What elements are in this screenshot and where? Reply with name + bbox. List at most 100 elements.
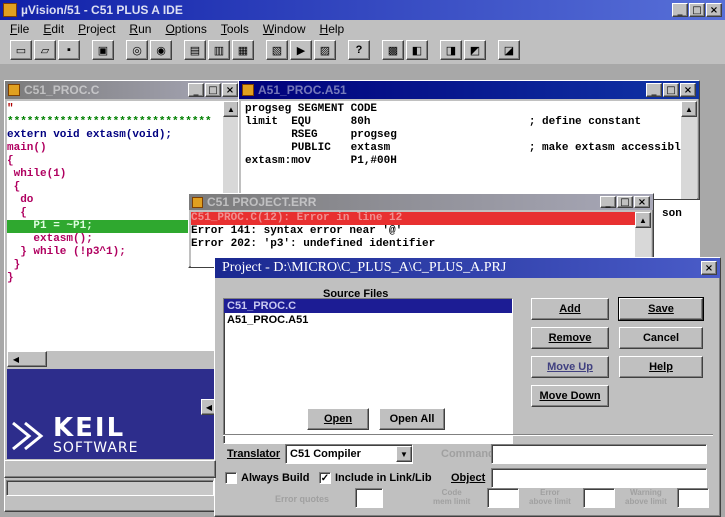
scroll-up-icon[interactable]: ▲ xyxy=(223,101,239,117)
translator-label: Translator xyxy=(227,448,281,460)
doc-icon xyxy=(192,196,203,208)
move-down-button[interactable]: Move Down xyxy=(531,385,609,407)
code-line: extasm:mov P1,#00H xyxy=(245,155,397,167)
code-line: ******************************* xyxy=(7,116,212,128)
c-editor-close-button[interactable]: × xyxy=(222,83,238,97)
error-limit-field[interactable] xyxy=(583,488,615,508)
asm-editor-close-button[interactable]: × xyxy=(680,83,696,97)
chevron-down-icon[interactable]: ▼ xyxy=(396,446,412,462)
doc-icon xyxy=(8,84,20,96)
menu-help[interactable]: Help xyxy=(320,22,345,36)
new-file-icon[interactable]: ▭ xyxy=(10,40,32,60)
include-link-checkbox[interactable]: ✓ Include in Link/Lib xyxy=(319,472,432,485)
run-icon[interactable]: ▶ xyxy=(290,40,312,60)
save-file-icon[interactable]: ▪ xyxy=(58,40,80,60)
error-line[interactable]: Error 202: 'p3': undefined identifier xyxy=(191,238,635,251)
menu-edit[interactable]: Edit xyxy=(43,22,64,36)
always-build-check-icon[interactable] xyxy=(225,472,237,485)
find-next-icon[interactable]: ◉ xyxy=(150,40,172,60)
settings-icon[interactable]: ◪ xyxy=(498,40,520,60)
help-icon[interactable]: ? xyxy=(348,40,370,60)
cascade-icon[interactable]: ◩ xyxy=(464,40,486,60)
scroll-up-icon[interactable]: ▲ xyxy=(635,212,651,228)
translator-select[interactable]: C51 Compiler ▼ xyxy=(285,444,413,464)
code-line: progseg SEGMENT CODE xyxy=(245,103,378,115)
translator-value: C51 Compiler xyxy=(290,448,361,460)
menu-file[interactable]: File xyxy=(10,22,29,36)
project-dialog-close-button[interactable]: × xyxy=(701,261,717,275)
app-maximize-button[interactable]: □ xyxy=(689,3,705,17)
open-all-button[interactable]: Open All xyxy=(379,408,445,430)
asm-editor-vertical-scrollbar[interactable]: ▲ xyxy=(681,101,697,199)
menu-run[interactable]: Run xyxy=(129,22,151,36)
app-title: µVision/51 - C51 PLUS A IDE xyxy=(21,3,183,17)
cancel-button[interactable]: Cancel xyxy=(619,327,703,349)
print-icon[interactable]: ▣ xyxy=(92,40,114,60)
window-icon[interactable]: ◧ xyxy=(406,40,428,60)
object-field[interactable] xyxy=(491,468,707,488)
open-button[interactable]: Open xyxy=(307,408,369,430)
menu-window[interactable]: Window xyxy=(263,22,306,36)
c-editor-title: C51_PROC.C xyxy=(24,83,100,97)
error-minimize-button[interactable]: _ xyxy=(600,196,616,208)
error-quotes-field[interactable] xyxy=(355,488,383,508)
tile-icon[interactable]: ◨ xyxy=(440,40,462,60)
error-maximize-button[interactable]: □ xyxy=(617,196,633,208)
app-minimize-button[interactable]: _ xyxy=(672,3,688,17)
asm-editor-maximize-button[interactable]: □ xyxy=(663,83,679,97)
add-button[interactable]: Add xyxy=(531,298,609,320)
remove-button[interactable]: Remove xyxy=(531,327,609,349)
code-line: PUBLIC extasm ; make extasm accessible xyxy=(245,142,681,154)
find-icon[interactable]: ◎ xyxy=(126,40,148,60)
code-line: { xyxy=(7,155,14,167)
project-icon[interactable]: ▩ xyxy=(382,40,404,60)
code-mem-limit-label: Code mem limit xyxy=(433,488,471,506)
asm-editor-minimize-button[interactable]: _ xyxy=(646,83,662,97)
c-editor-horizontal-scrollbar[interactable]: ◀ xyxy=(7,351,47,367)
asm-editor-text-area[interactable]: progseg SEGMENT CODE limit EQU 80h ; def… xyxy=(241,101,681,199)
project-dialog: Project - D:\MICRO\C_PLUS_A\C_PLUS_A.PRJ… xyxy=(214,257,721,517)
scroll-up-icon[interactable]: ▲ xyxy=(681,101,697,117)
dialog-divider xyxy=(223,434,713,436)
c-editor-maximize-button[interactable]: □ xyxy=(205,83,221,97)
source-file-item-selected[interactable]: C51_PROC.C xyxy=(224,299,512,313)
include-link-label: Include in Link/Lib xyxy=(335,472,432,484)
app-title-bar: µVision/51 - C51 PLUS A IDE _ □ × xyxy=(0,0,725,20)
code-mem-limit-field[interactable] xyxy=(487,488,519,508)
code-line: main() xyxy=(7,142,47,154)
menu-options[interactable]: Options xyxy=(165,22,206,36)
save-button[interactable]: Save xyxy=(618,297,704,321)
command-label: Command xyxy=(441,448,495,460)
help-button[interactable]: Help xyxy=(619,356,703,378)
always-build-checkbox[interactable]: Always Build xyxy=(225,472,309,485)
source-file-item[interactable]: A51_PROC.A51 xyxy=(224,313,512,327)
error-window-title-bar: C51 PROJECT.ERR _ □ × xyxy=(189,194,653,210)
object-label: Object xyxy=(451,472,486,484)
app-close-button[interactable]: × xyxy=(706,3,722,17)
menu-project[interactable]: Project xyxy=(78,22,115,36)
scroll-left-icon[interactable]: ◀ xyxy=(8,351,24,367)
include-check-icon[interactable]: ✓ xyxy=(319,472,331,485)
error-line-highlighted[interactable]: C51_PROC.C(12): Error in line 12 xyxy=(191,212,635,225)
asm-editor-title: A51_PROC.A51 xyxy=(258,83,347,97)
debug-icon[interactable]: ▧ xyxy=(266,40,288,60)
c-editor-bottom-scrollbar[interactable] xyxy=(6,480,214,496)
error-close-button[interactable]: × xyxy=(634,196,650,208)
asm-clipped-text-overlay: son xyxy=(662,208,682,220)
command-field[interactable] xyxy=(491,444,707,464)
error-window-title: C51 PROJECT.ERR xyxy=(207,195,317,209)
warning-limit-label: Warning above limit xyxy=(625,488,667,506)
compile-icon[interactable]: ▤ xyxy=(184,40,206,60)
make-icon[interactable]: ▦ xyxy=(232,40,254,60)
c-editor-minimize-button[interactable]: _ xyxy=(188,83,204,97)
menu-bar: File Edit Project Run Options Tools Wind… xyxy=(0,20,725,38)
move-up-button[interactable]: Move Up xyxy=(531,356,609,378)
error-line[interactable]: Error 141: syntax error near '@' xyxy=(191,225,635,238)
c-editor-title-bar: C51_PROC.C _ □ × xyxy=(5,81,241,99)
keil-chevron-icon xyxy=(12,421,44,451)
warning-limit-field[interactable] xyxy=(677,488,709,508)
open-file-icon[interactable]: ▱ xyxy=(34,40,56,60)
menu-tools[interactable]: Tools xyxy=(221,22,249,36)
build-icon[interactable]: ▥ xyxy=(208,40,230,60)
options-icon[interactable]: ▨ xyxy=(314,40,336,60)
